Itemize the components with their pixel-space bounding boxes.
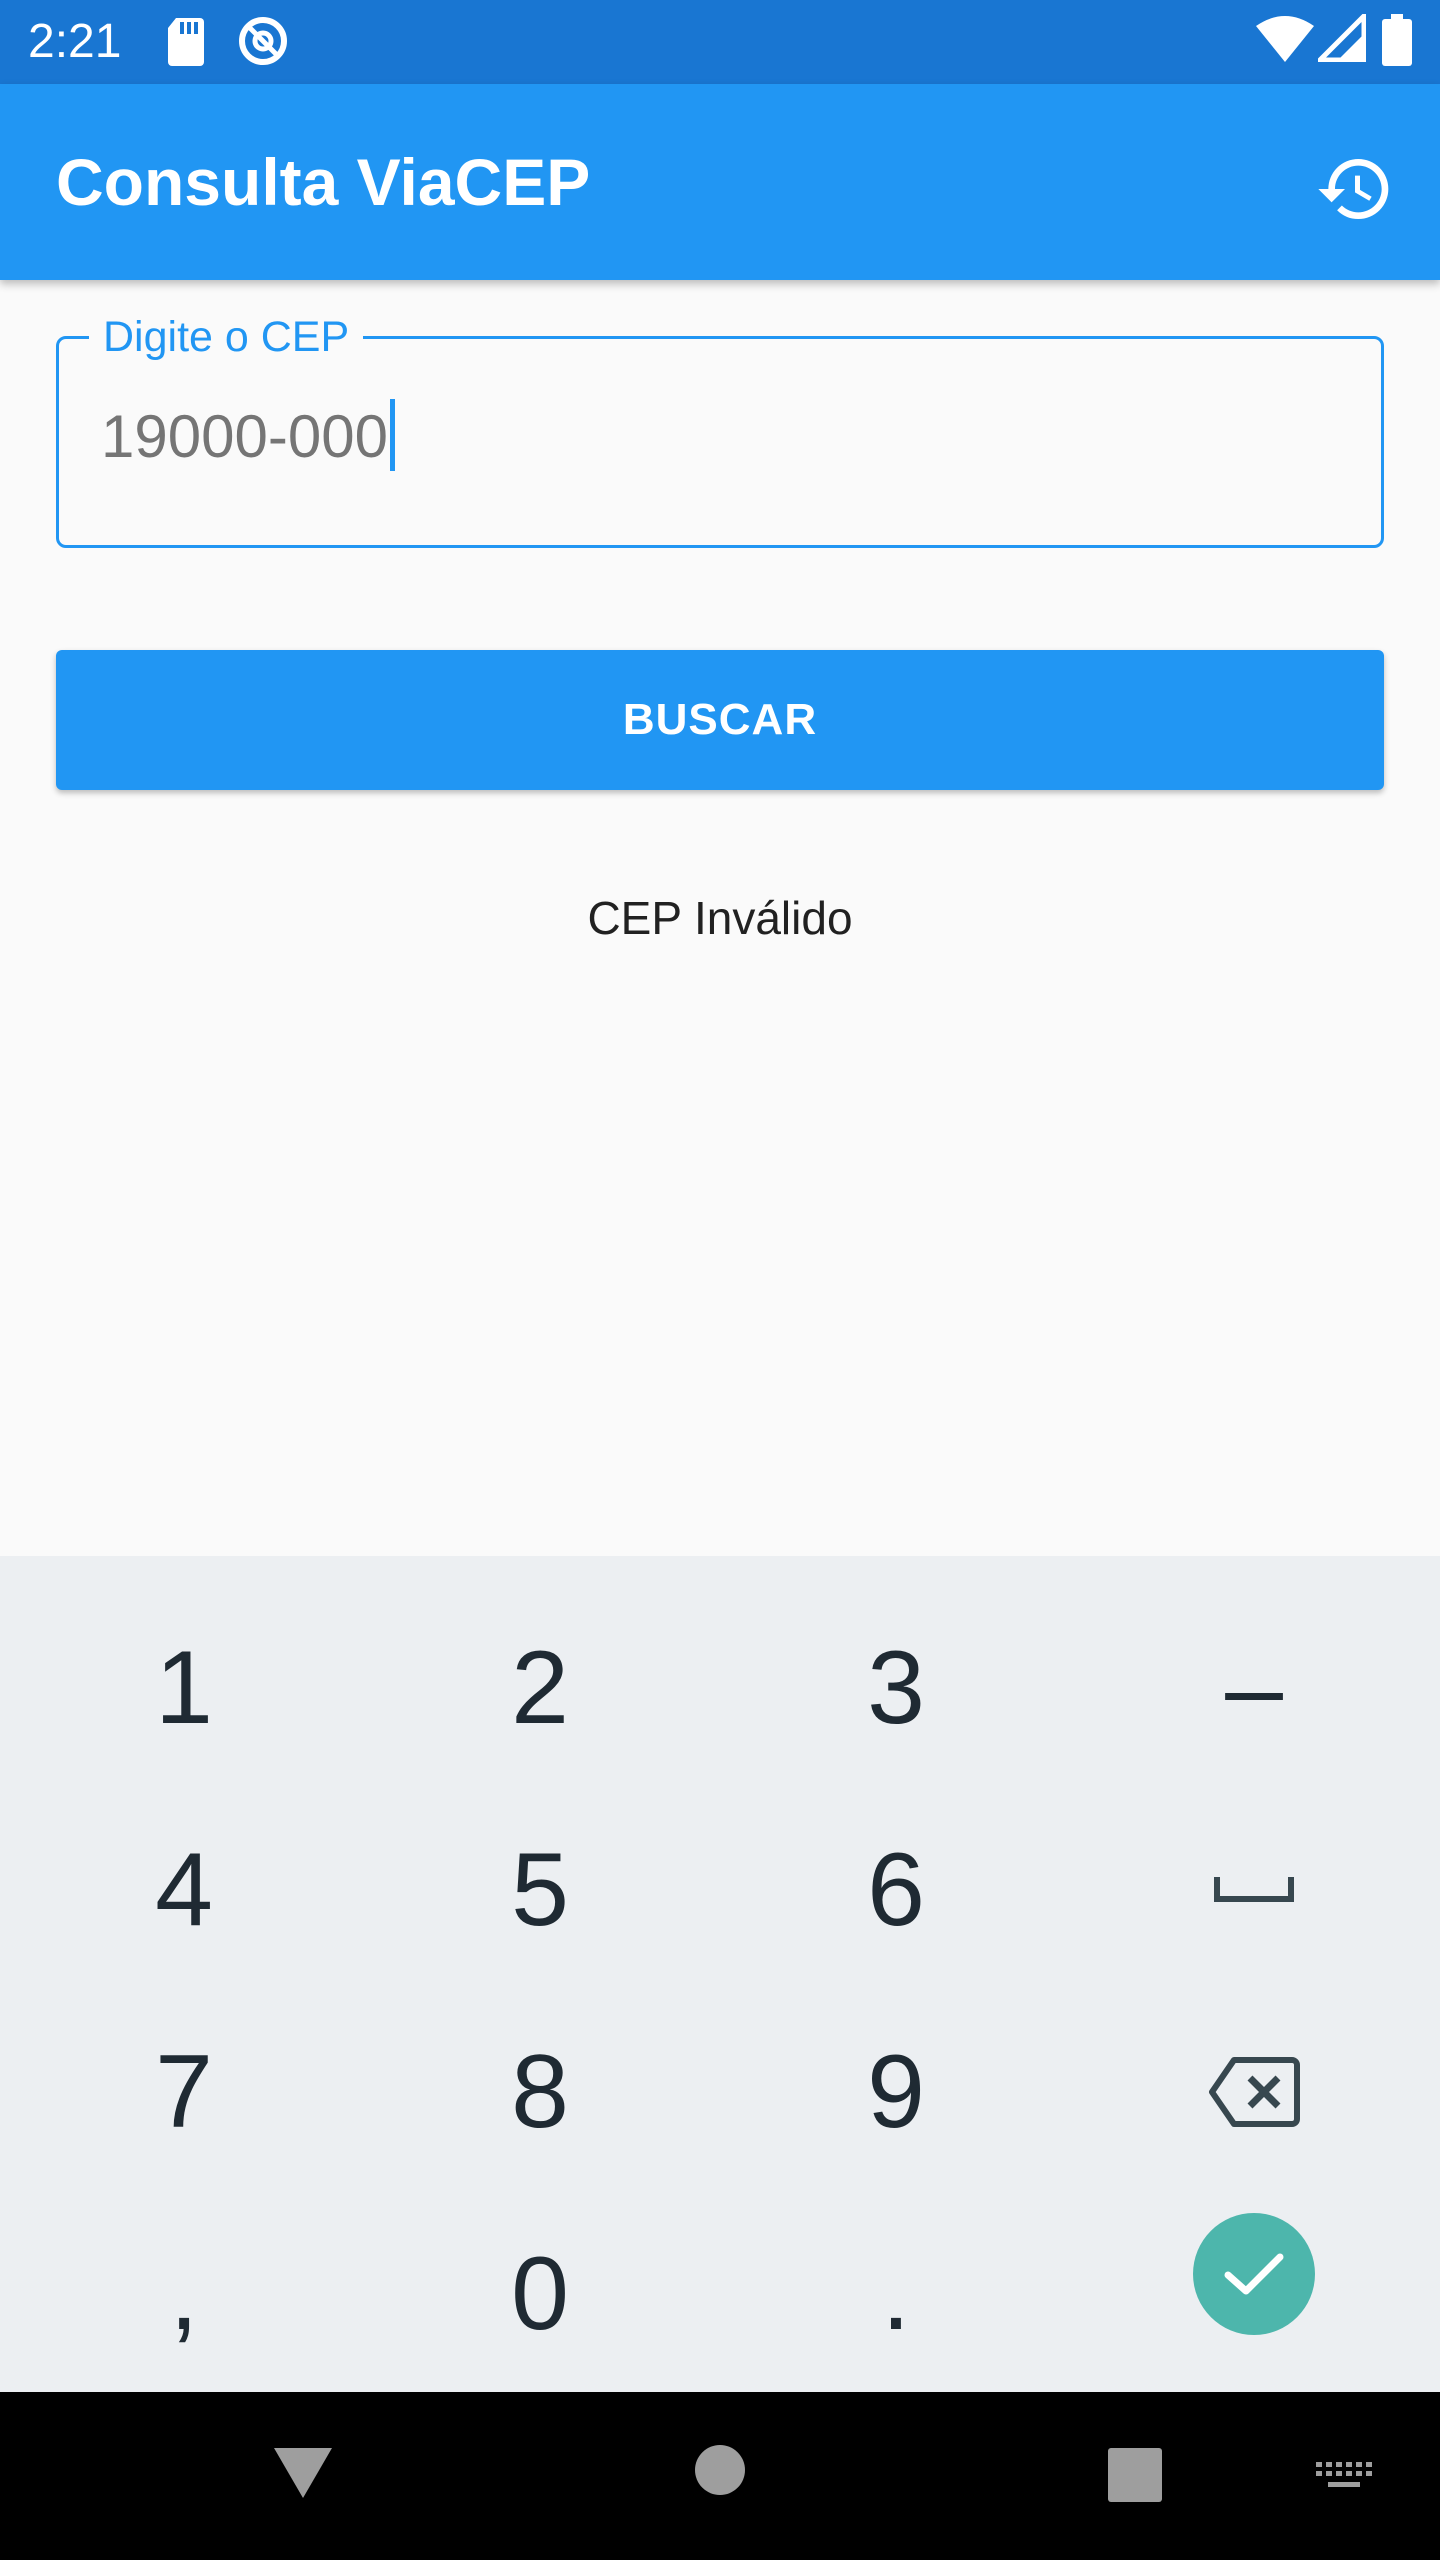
check-icon xyxy=(1224,2253,1284,2295)
result-message: CEP Inválido xyxy=(587,892,853,944)
history-button[interactable] xyxy=(1310,144,1400,234)
text-caret xyxy=(389,399,395,471)
key-5[interactable]: 5 xyxy=(360,1788,720,1992)
home-icon[interactable] xyxy=(694,2444,746,2501)
recents-icon[interactable] xyxy=(1108,2448,1162,2507)
keyboard-icon[interactable] xyxy=(1316,2462,1372,2499)
key-comma[interactable]: , xyxy=(4,2192,364,2396)
sd-card-icon xyxy=(166,14,206,73)
status-bar: 2:21 xyxy=(0,0,1440,84)
cep-input-value: 19000-000 xyxy=(101,403,388,470)
backspace-icon xyxy=(1209,2057,1300,2127)
key-space[interactable] xyxy=(1074,1788,1434,1992)
space-icon xyxy=(1214,1877,1294,1902)
key-1[interactable]: 1 xyxy=(4,1586,364,1790)
key-8[interactable]: 8 xyxy=(360,1990,720,2194)
key-9[interactable]: 9 xyxy=(716,1990,1076,2194)
wifi-icon xyxy=(1256,14,1314,67)
signal-icon xyxy=(1313,9,1367,67)
key-dash[interactable]: – xyxy=(1074,1586,1434,1790)
key-4[interactable]: 4 xyxy=(4,1788,364,1992)
status-time: 2:21 xyxy=(28,15,122,68)
cep-input[interactable]: Digite o CEP 19000-000 xyxy=(56,309,1384,548)
key-7[interactable]: 7 xyxy=(4,1990,364,2194)
sync-icon xyxy=(236,14,290,73)
battery-icon xyxy=(1382,14,1412,71)
done-button[interactable] xyxy=(1193,2213,1315,2335)
app-bar: Consulta ViaCEP xyxy=(0,84,1440,280)
cep-input-label: Digite o CEP xyxy=(89,309,364,365)
key-2[interactable]: 2 xyxy=(360,1586,720,1790)
numeric-keyboard: 1 2 3 – 4 5 6 7 8 9 , 0 . xyxy=(0,1556,1440,2392)
history-icon xyxy=(1318,159,1389,220)
key-done[interactable] xyxy=(1074,2172,1434,2376)
key-3[interactable]: 3 xyxy=(716,1586,1076,1790)
app-title: Consulta ViaCEP xyxy=(56,145,591,219)
key-6[interactable]: 6 xyxy=(716,1788,1076,1992)
navigation-bar xyxy=(0,2392,1440,2560)
key-0[interactable]: 0 xyxy=(360,2192,720,2396)
back-icon[interactable] xyxy=(272,2446,334,2505)
key-period[interactable]: . xyxy=(716,2192,1076,2396)
key-backspace[interactable] xyxy=(1074,1990,1434,2194)
search-button[interactable]: BUSCAR xyxy=(56,650,1384,790)
